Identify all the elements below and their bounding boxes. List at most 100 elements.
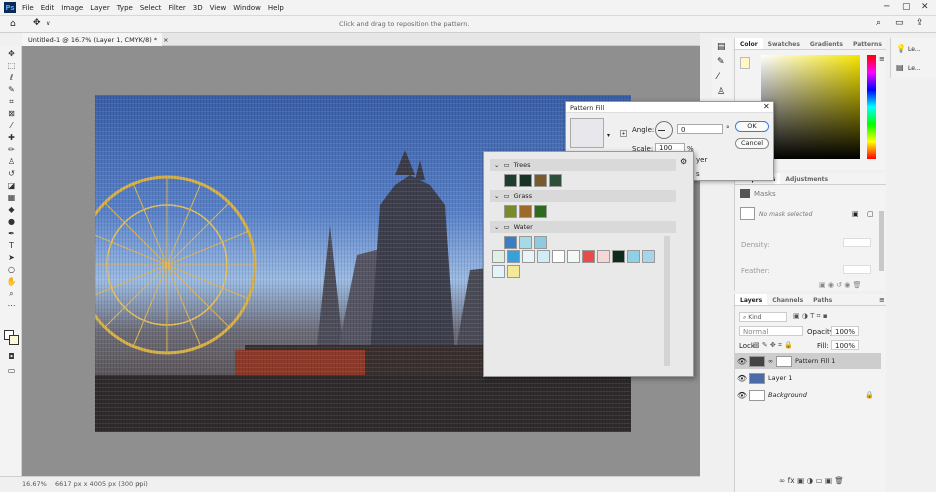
tab-close-icon[interactable]: × [163, 36, 168, 44]
healing-brush-tool-icon[interactable]: ✚ [6, 133, 17, 142]
fill-field[interactable]: 100% [831, 340, 859, 350]
vector-mask-icon[interactable]: ▢ [867, 210, 874, 218]
properties-footer-icons[interactable]: ▣ ◉ ↺ ◉ 🗑 [819, 281, 861, 289]
picker-settings-icon[interactable]: ⚙ [680, 157, 687, 166]
zoom-level[interactable]: 16.67% [22, 480, 47, 488]
tool-preset-chevron-icon[interactable]: ∨ [46, 20, 50, 27]
marquee-tool-icon[interactable]: ⬚ [6, 61, 17, 70]
brush-tool-icon[interactable]: ✏ [6, 145, 17, 154]
pattern-swatch[interactable] [519, 205, 532, 218]
ok-button[interactable]: OK [735, 121, 769, 132]
pattern-swatch[interactable] [534, 236, 547, 249]
menu-3d[interactable]: 3D [193, 4, 203, 12]
visibility-eye-icon[interactable]: 👁 [735, 374, 749, 383]
crop-tool-icon[interactable]: ⌗ [6, 97, 17, 106]
menu-window[interactable]: Window [233, 4, 261, 12]
tab-gradients[interactable]: Gradients [805, 38, 848, 49]
menu-view[interactable]: View [210, 4, 227, 12]
layer-row-background[interactable]: 👁 Background 🔒 [735, 387, 881, 403]
pattern-swatch[interactable] [549, 174, 562, 187]
zoom-tool-icon[interactable]: ⌕ [6, 289, 17, 298]
layer-filter-icons[interactable]: ▣ ◑ T ⌗ ▪ [793, 312, 828, 321]
eraser-tool-icon[interactable]: ◪ [6, 181, 17, 190]
shape-tool-icon[interactable]: ○ [6, 265, 17, 274]
layers-panel-menu-icon[interactable]: ≡ [879, 296, 885, 304]
blend-mode-select[interactable]: Normal [739, 326, 803, 336]
menu-type[interactable]: Type [117, 4, 133, 12]
tab-layers[interactable]: Layers [735, 294, 768, 305]
pattern-swatch[interactable] [504, 205, 517, 218]
pixel-mask-icon[interactable]: ▣ [852, 210, 859, 218]
history-icon[interactable]: ▤ [717, 42, 726, 52]
group-water[interactable]: ⌄ ▭ Water [490, 221, 676, 233]
properties-scrollbar[interactable] [879, 211, 884, 271]
pattern-swatch[interactable] [522, 250, 535, 263]
move-tool-icon[interactable]: ✥ [33, 18, 41, 28]
pattern-swatch[interactable] [492, 250, 505, 263]
menu-select[interactable]: Select [140, 4, 162, 12]
tab-channels[interactable]: Channels [767, 294, 808, 305]
menu-help[interactable]: Help [268, 4, 284, 12]
picker-scrollbar[interactable] [664, 236, 670, 366]
tab-patterns[interactable]: Patterns [848, 38, 887, 49]
home-icon[interactable]: ⌂ [10, 19, 16, 29]
foreground-color-preview[interactable] [740, 57, 750, 69]
tab-adjustments[interactable]: Adjustments [780, 173, 833, 184]
layer-filter-select[interactable]: ⌕ Kind [739, 312, 787, 322]
pattern-swatch[interactable] [519, 174, 532, 187]
pattern-swatch[interactable] [552, 250, 565, 263]
pattern-swatch[interactable] [492, 265, 505, 278]
color-field[interactable] [761, 55, 860, 159]
pattern-swatch[interactable] [642, 250, 655, 263]
hue-slider[interactable] [867, 55, 876, 159]
move-tool-icon[interactable]: ✥ [6, 49, 17, 58]
tab-swatches[interactable]: Swatches [763, 38, 805, 49]
close-icon[interactable]: ✕ [921, 2, 929, 12]
pen-tool-icon[interactable]: ✒ [6, 229, 17, 238]
type-tool-icon[interactable]: T [6, 241, 17, 250]
angle-field[interactable]: 0 [677, 124, 723, 134]
path-select-tool-icon[interactable]: ➤ [6, 253, 17, 262]
pattern-swatch[interactable] [534, 174, 547, 187]
edit-toolbar-icon[interactable]: ⋯ [6, 301, 17, 310]
brushes-icon[interactable]: ⁄ [717, 72, 719, 82]
pattern-swatch[interactable] [582, 250, 595, 263]
screen-mode-icon[interactable]: ▭ [6, 366, 17, 375]
layers-footer-icons[interactable]: ∞ fx ▣ ◑ ▭ ▣ 🗑 [779, 476, 844, 485]
angle-dial[interactable] [655, 121, 673, 139]
clone-source-icon[interactable]: ♙ [717, 87, 725, 97]
cancel-button[interactable]: Cancel [735, 138, 769, 149]
pattern-dropdown-icon[interactable]: ▾ [607, 132, 610, 139]
maximize-icon[interactable]: ▢ [902, 2, 911, 12]
menu-edit[interactable]: Edit [41, 4, 55, 12]
pattern-swatch[interactable] [504, 174, 517, 187]
menu-filter[interactable]: Filter [168, 4, 185, 12]
lasso-tool-icon[interactable]: ℓ [6, 73, 17, 82]
quick-mask-icon[interactable]: ◘ [6, 352, 17, 361]
quick-select-tool-icon[interactable]: ✎ [6, 85, 17, 94]
pattern-swatch[interactable] [504, 236, 517, 249]
lock-icons[interactable]: ▧ ✎ ✥ ⌗ 🔒 [753, 341, 793, 350]
pattern-swatch[interactable] [567, 250, 580, 263]
blur-tool-icon[interactable]: ◆ [6, 205, 17, 214]
density-field[interactable] [843, 238, 871, 247]
group-trees[interactable]: ⌄ ▭ Trees [490, 159, 676, 171]
dodge-tool-icon[interactable]: ● [6, 217, 17, 226]
color-panel-menu-icon[interactable]: ≡ [879, 55, 885, 63]
brush-settings-icon[interactable]: ✎ [717, 57, 725, 67]
opacity-field[interactable]: 100% [831, 326, 859, 336]
visibility-eye-icon[interactable]: 👁 [735, 391, 749, 400]
pattern-preview[interactable] [570, 118, 604, 148]
pattern-swatch[interactable] [534, 205, 547, 218]
dialog-close-icon[interactable]: ✕ [763, 102, 770, 111]
document-tab[interactable]: Untitled-1 @ 16.7% (Layer 1, CMYK/8) * × [22, 33, 169, 46]
layer-row-pattern-fill[interactable]: 👁 ∞ Pattern Fill 1 [735, 353, 881, 369]
clone-stamp-tool-icon[interactable]: ♙ [6, 157, 17, 166]
learn-label[interactable]: Le... [908, 46, 921, 53]
layer-row-layer-1[interactable]: 👁 Layer 1 [735, 370, 881, 386]
history-brush-tool-icon[interactable]: ↺ [6, 169, 17, 178]
pattern-swatch[interactable] [519, 236, 532, 249]
group-grass[interactable]: ⌄ ▭ Grass [490, 190, 676, 202]
hand-tool-icon[interactable]: ✋ [6, 277, 17, 286]
new-preset-icon[interactable]: + [620, 130, 627, 137]
